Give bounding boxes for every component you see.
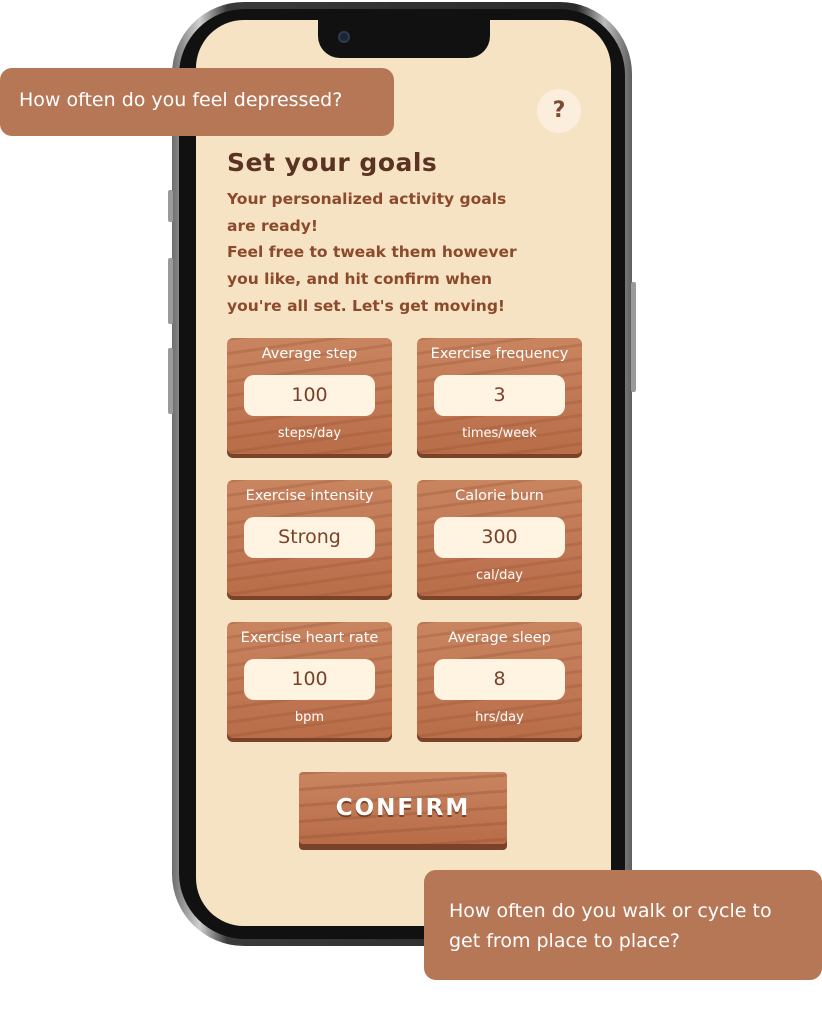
goal-unit: bpm [294,710,325,725]
phone-volume-up-button [168,258,173,324]
question-bubble-active-commute: How often do you walk or cycle to get fr… [424,870,822,980]
goal-unit: times/week [462,426,537,441]
goal-card-average-sleep: Average sleep 8 hrs/day [417,622,582,738]
phone-volume-down-button [168,348,173,414]
goal-label: Average sleep [448,630,551,646]
goal-unit: steps/day [277,426,342,441]
intro-line: are ready! [227,216,318,235]
goal-label: Exercise intensity [245,488,374,504]
help-button[interactable]: ? [537,89,581,133]
goal-card-average-step: Average step 100 steps/day [227,338,392,454]
intro-text: Your personalized activity goals are rea… [227,186,587,320]
goal-card-calorie-burn: Calorie burn 300 cal/day [417,480,582,596]
average-sleep-input[interactable]: 8 [434,659,565,700]
intro-line: you're all set. Let's get moving! [227,296,505,315]
phone-notch [318,20,490,58]
goal-label: Exercise heart rate [240,630,379,646]
intro-line: Feel free to tweak them however [227,243,517,262]
goal-unit: cal/day [475,568,524,583]
exercise-heart-rate-input[interactable]: 100 [244,659,375,700]
goal-label: Average step [261,346,358,362]
average-step-input[interactable]: 100 [244,375,375,416]
goal-label: Calorie burn [455,488,544,504]
phone-power-button [631,282,636,392]
goal-label: Exercise frequency [430,346,569,362]
confirm-button[interactable]: CONFIRM [299,772,507,844]
app-screen: ? Set your goals Your personalized activ… [196,20,611,926]
phone-side-button [168,190,173,222]
exercise-intensity-select[interactable]: Strong [244,517,375,558]
intro-line: Your personalized activity goals [227,190,507,208]
intro-line: you like, and hit confirm when [227,270,493,289]
exercise-frequency-input[interactable]: 3 [434,375,565,416]
goal-card-exercise-frequency: Exercise frequency 3 times/week [417,338,582,454]
goal-card-exercise-heart-rate: Exercise heart rate 100 bpm [227,622,392,738]
goal-unit: hrs/day [475,710,524,725]
front-camera-icon [338,31,350,43]
goal-card-exercise-intensity: Exercise intensity Strong [227,480,392,596]
page-title: Set your goals [227,148,438,177]
question-bubble-depression: How often do you feel depressed? [0,68,394,136]
calorie-burn-input[interactable]: 300 [434,517,565,558]
